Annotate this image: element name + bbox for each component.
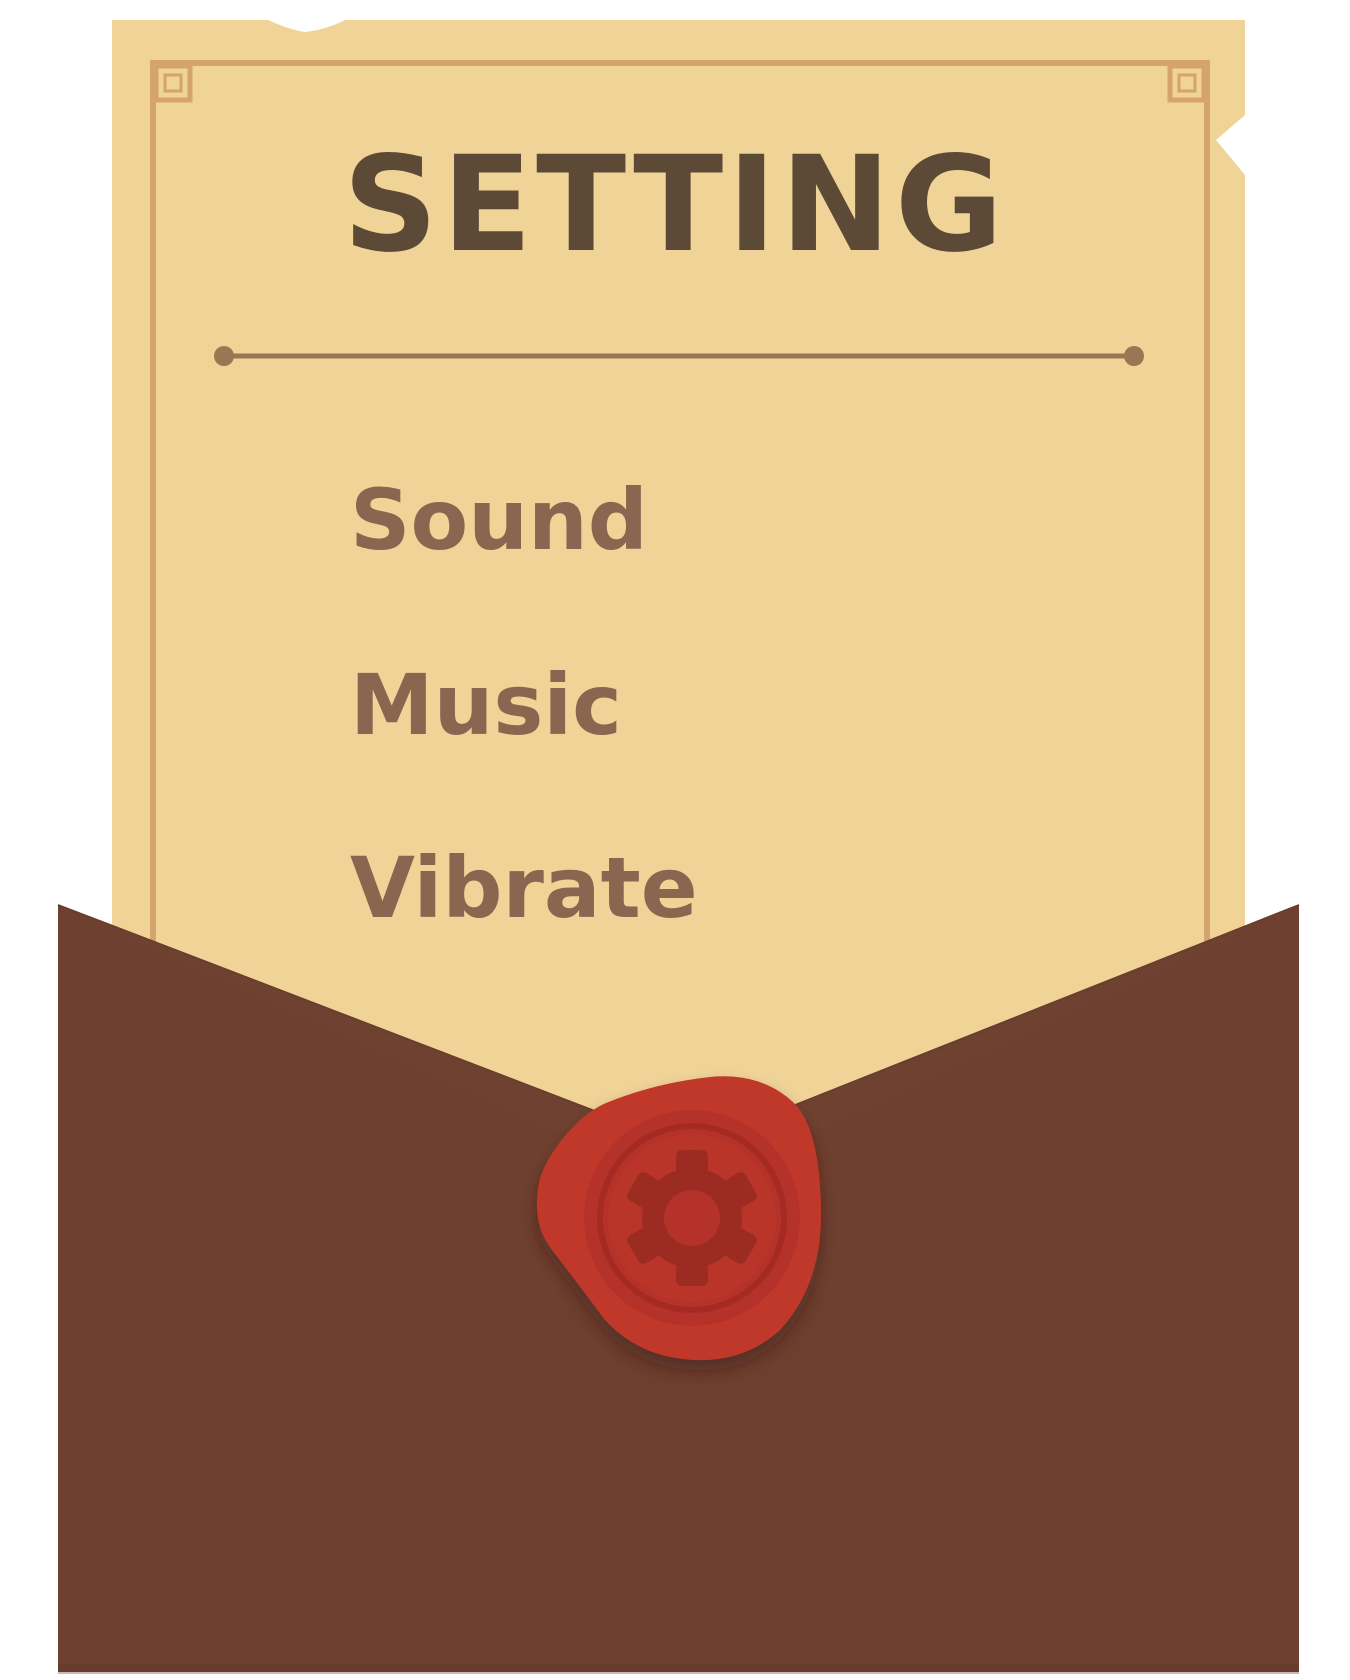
page-title: SETTING: [342, 128, 1008, 282]
music-option[interactable]: Music: [340, 660, 632, 750]
vibrate-option[interactable]: Vibrate: [340, 843, 708, 933]
sound-option[interactable]: Sound: [340, 475, 658, 565]
seal-settings-button[interactable]: [540, 1070, 820, 1360]
settings-screen: SETTING Sound Music Vibrate: [0, 0, 1350, 1680]
